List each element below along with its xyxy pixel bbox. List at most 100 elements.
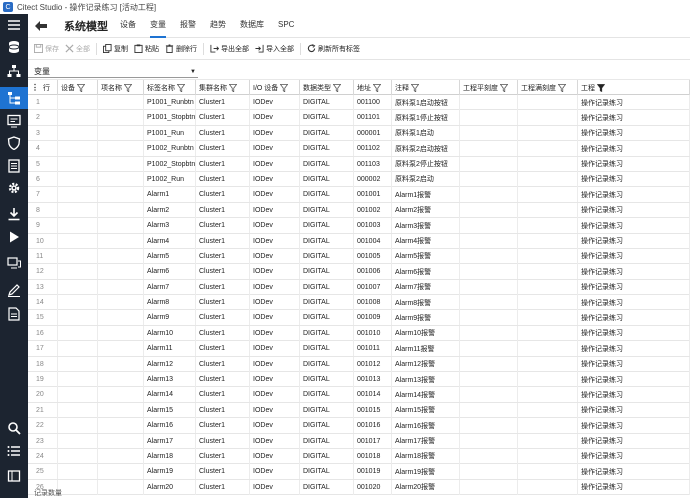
table-cell[interactable] bbox=[98, 356, 144, 372]
table-cell[interactable]: Alarm4 bbox=[144, 233, 196, 249]
sidebar-item-report[interactable] bbox=[0, 303, 28, 325]
table-cell[interactable] bbox=[58, 218, 98, 234]
table-cell[interactable] bbox=[98, 233, 144, 249]
table-cell[interactable]: 001002 bbox=[354, 202, 392, 218]
table-cell[interactable] bbox=[518, 464, 578, 480]
table-cell[interactable]: IODev bbox=[250, 356, 300, 372]
table-cell[interactable] bbox=[58, 141, 98, 157]
table-cell[interactable] bbox=[98, 125, 144, 141]
table-cell[interactable]: IODev bbox=[250, 279, 300, 295]
sidebar-item-gear[interactable] bbox=[0, 177, 28, 199]
table-cell[interactable]: 操作记录练习 bbox=[578, 264, 690, 280]
filter-icon[interactable] bbox=[411, 83, 419, 92]
table-cell[interactable]: DIGITAL bbox=[300, 187, 354, 203]
tab-1[interactable]: 变量 bbox=[150, 14, 166, 38]
table-cell[interactable]: 001013 bbox=[354, 372, 392, 388]
table-cell[interactable] bbox=[58, 110, 98, 126]
table-cell[interactable]: Alarm14报警 bbox=[392, 387, 460, 403]
table-cell[interactable]: 001008 bbox=[354, 295, 392, 311]
table-cell[interactable]: 原料泵2停止按钮 bbox=[392, 156, 460, 172]
table-cell[interactable]: 001012 bbox=[354, 356, 392, 372]
table-cell[interactable]: 操作记录练习 bbox=[578, 218, 690, 234]
table-cell[interactable] bbox=[460, 433, 518, 449]
sidebar-item-shield[interactable] bbox=[0, 132, 28, 154]
table-cell[interactable]: Alarm8 bbox=[144, 295, 196, 311]
table-row[interactable]: 1 P1001_Runbtn Cluster1 IODev DIGITAL 001100 原… bbox=[28, 95, 690, 111]
table-cell[interactable] bbox=[58, 279, 98, 295]
table-cell[interactable]: Alarm9 bbox=[144, 310, 196, 326]
table-cell[interactable]: 001007 bbox=[354, 279, 392, 295]
table-cell[interactable]: 操作记录练习 bbox=[578, 448, 690, 464]
table-cell[interactable]: DIGITAL bbox=[300, 125, 354, 141]
table-cell[interactable] bbox=[98, 448, 144, 464]
table-cell[interactable]: 操作记录练习 bbox=[578, 125, 690, 141]
table-cell[interactable] bbox=[518, 387, 578, 403]
table-cell[interactable] bbox=[460, 141, 518, 157]
table-cell[interactable] bbox=[58, 295, 98, 311]
column-header[interactable]: 设备 bbox=[58, 80, 98, 95]
table-cell[interactable] bbox=[98, 202, 144, 218]
table-cell[interactable] bbox=[460, 125, 518, 141]
table-cell[interactable]: Cluster1 bbox=[196, 341, 250, 357]
table-cell[interactable] bbox=[98, 95, 144, 110]
table-cell[interactable]: 001100 bbox=[354, 95, 392, 110]
view-selector[interactable]: 变量 ▼ bbox=[28, 66, 198, 78]
table-row[interactable]: 7 Alarm1 Cluster1 IODev DIGITAL 001001 Alarm1报… bbox=[28, 187, 690, 203]
table-row[interactable]: 11 Alarm5 Cluster1 IODev DIGITAL 001005 Alarm5… bbox=[28, 248, 690, 265]
table-cell[interactable] bbox=[58, 233, 98, 249]
table-cell[interactable] bbox=[460, 448, 518, 464]
table-cell[interactable]: IODev bbox=[250, 387, 300, 403]
table-cell[interactable]: Alarm1 bbox=[144, 187, 196, 203]
table-row[interactable]: 15 Alarm9 Cluster1 IODev DIGITAL 001009 Alarm9… bbox=[28, 310, 690, 326]
table-cell[interactable] bbox=[58, 372, 98, 388]
table-cell[interactable]: 操作记录练习 bbox=[578, 95, 690, 110]
filter-icon[interactable] bbox=[177, 83, 185, 92]
table-row[interactable]: 24 Alarm18 Cluster1 IODev DIGITAL 001018 Alarm… bbox=[28, 448, 690, 465]
table-cell[interactable]: Alarm12报警 bbox=[392, 356, 460, 372]
table-row[interactable]: 25 Alarm19 Cluster1 IODev DIGITAL 001019 Alarm… bbox=[28, 464, 690, 480]
table-cell[interactable] bbox=[98, 372, 144, 388]
table-cell[interactable] bbox=[58, 356, 98, 372]
filter-icon[interactable] bbox=[280, 83, 289, 92]
table-cell[interactable]: DIGITAL bbox=[300, 295, 354, 311]
table-cell[interactable]: IODev bbox=[250, 295, 300, 311]
table-cell[interactable]: DIGITAL bbox=[300, 171, 354, 187]
table-cell[interactable] bbox=[518, 264, 578, 280]
table-cell[interactable]: 操作记录练习 bbox=[578, 187, 690, 203]
table-row[interactable]: 17 Alarm11 Cluster1 IODev DIGITAL 001011 Alarm… bbox=[28, 341, 690, 357]
table-cell[interactable]: IODev bbox=[250, 341, 300, 357]
table-cell[interactable]: DIGITAL bbox=[300, 202, 354, 218]
table-cell[interactable]: IODev bbox=[250, 448, 300, 464]
table-cell[interactable]: 001015 bbox=[354, 402, 392, 418]
table-cell[interactable] bbox=[518, 156, 578, 172]
paste-button[interactable]: 粘贴 bbox=[134, 44, 159, 54]
table-cell[interactable]: 操作记录练习 bbox=[578, 372, 690, 388]
sidebar-item-database[interactable] bbox=[0, 36, 28, 58]
table-cell[interactable]: IODev bbox=[250, 218, 300, 234]
table-cell[interactable]: IODev bbox=[250, 310, 300, 326]
table-row[interactable]: 21 Alarm15 Cluster1 IODev DIGITAL 001015 Alarm… bbox=[28, 402, 690, 419]
table-cell[interactable]: 001003 bbox=[354, 218, 392, 234]
table-cell[interactable]: Alarm15 bbox=[144, 402, 196, 418]
table-cell[interactable]: Alarm12 bbox=[144, 356, 196, 372]
table-cell[interactable]: Cluster1 bbox=[196, 464, 250, 480]
table-cell[interactable] bbox=[58, 187, 98, 203]
table-cell[interactable]: Cluster1 bbox=[196, 372, 250, 388]
table-cell[interactable] bbox=[98, 279, 144, 295]
table-cell[interactable]: Cluster1 bbox=[196, 356, 250, 372]
table-row[interactable]: 5 P1002_Stopbtn Cluster1 IODev DIGITAL 001103… bbox=[28, 156, 690, 172]
table-cell[interactable]: 操作记录练习 bbox=[578, 356, 690, 372]
table-cell[interactable] bbox=[460, 310, 518, 326]
table-cell[interactable] bbox=[460, 110, 518, 126]
table-cell[interactable]: P1002_Run bbox=[144, 171, 196, 187]
table-cell[interactable] bbox=[58, 156, 98, 172]
table-row[interactable]: 18 Alarm12 Cluster1 IODev DIGITAL 001012 Alarm… bbox=[28, 356, 690, 373]
table-cell[interactable] bbox=[98, 387, 144, 403]
table-cell[interactable] bbox=[460, 402, 518, 418]
table-cell[interactable] bbox=[518, 418, 578, 434]
filter-icon[interactable] bbox=[124, 83, 132, 92]
table-cell[interactable]: Alarm18报警 bbox=[392, 448, 460, 464]
table-cell[interactable] bbox=[518, 341, 578, 357]
table-cell[interactable]: 操作记录练习 bbox=[578, 233, 690, 249]
table-cell[interactable]: Alarm19 bbox=[144, 464, 196, 480]
